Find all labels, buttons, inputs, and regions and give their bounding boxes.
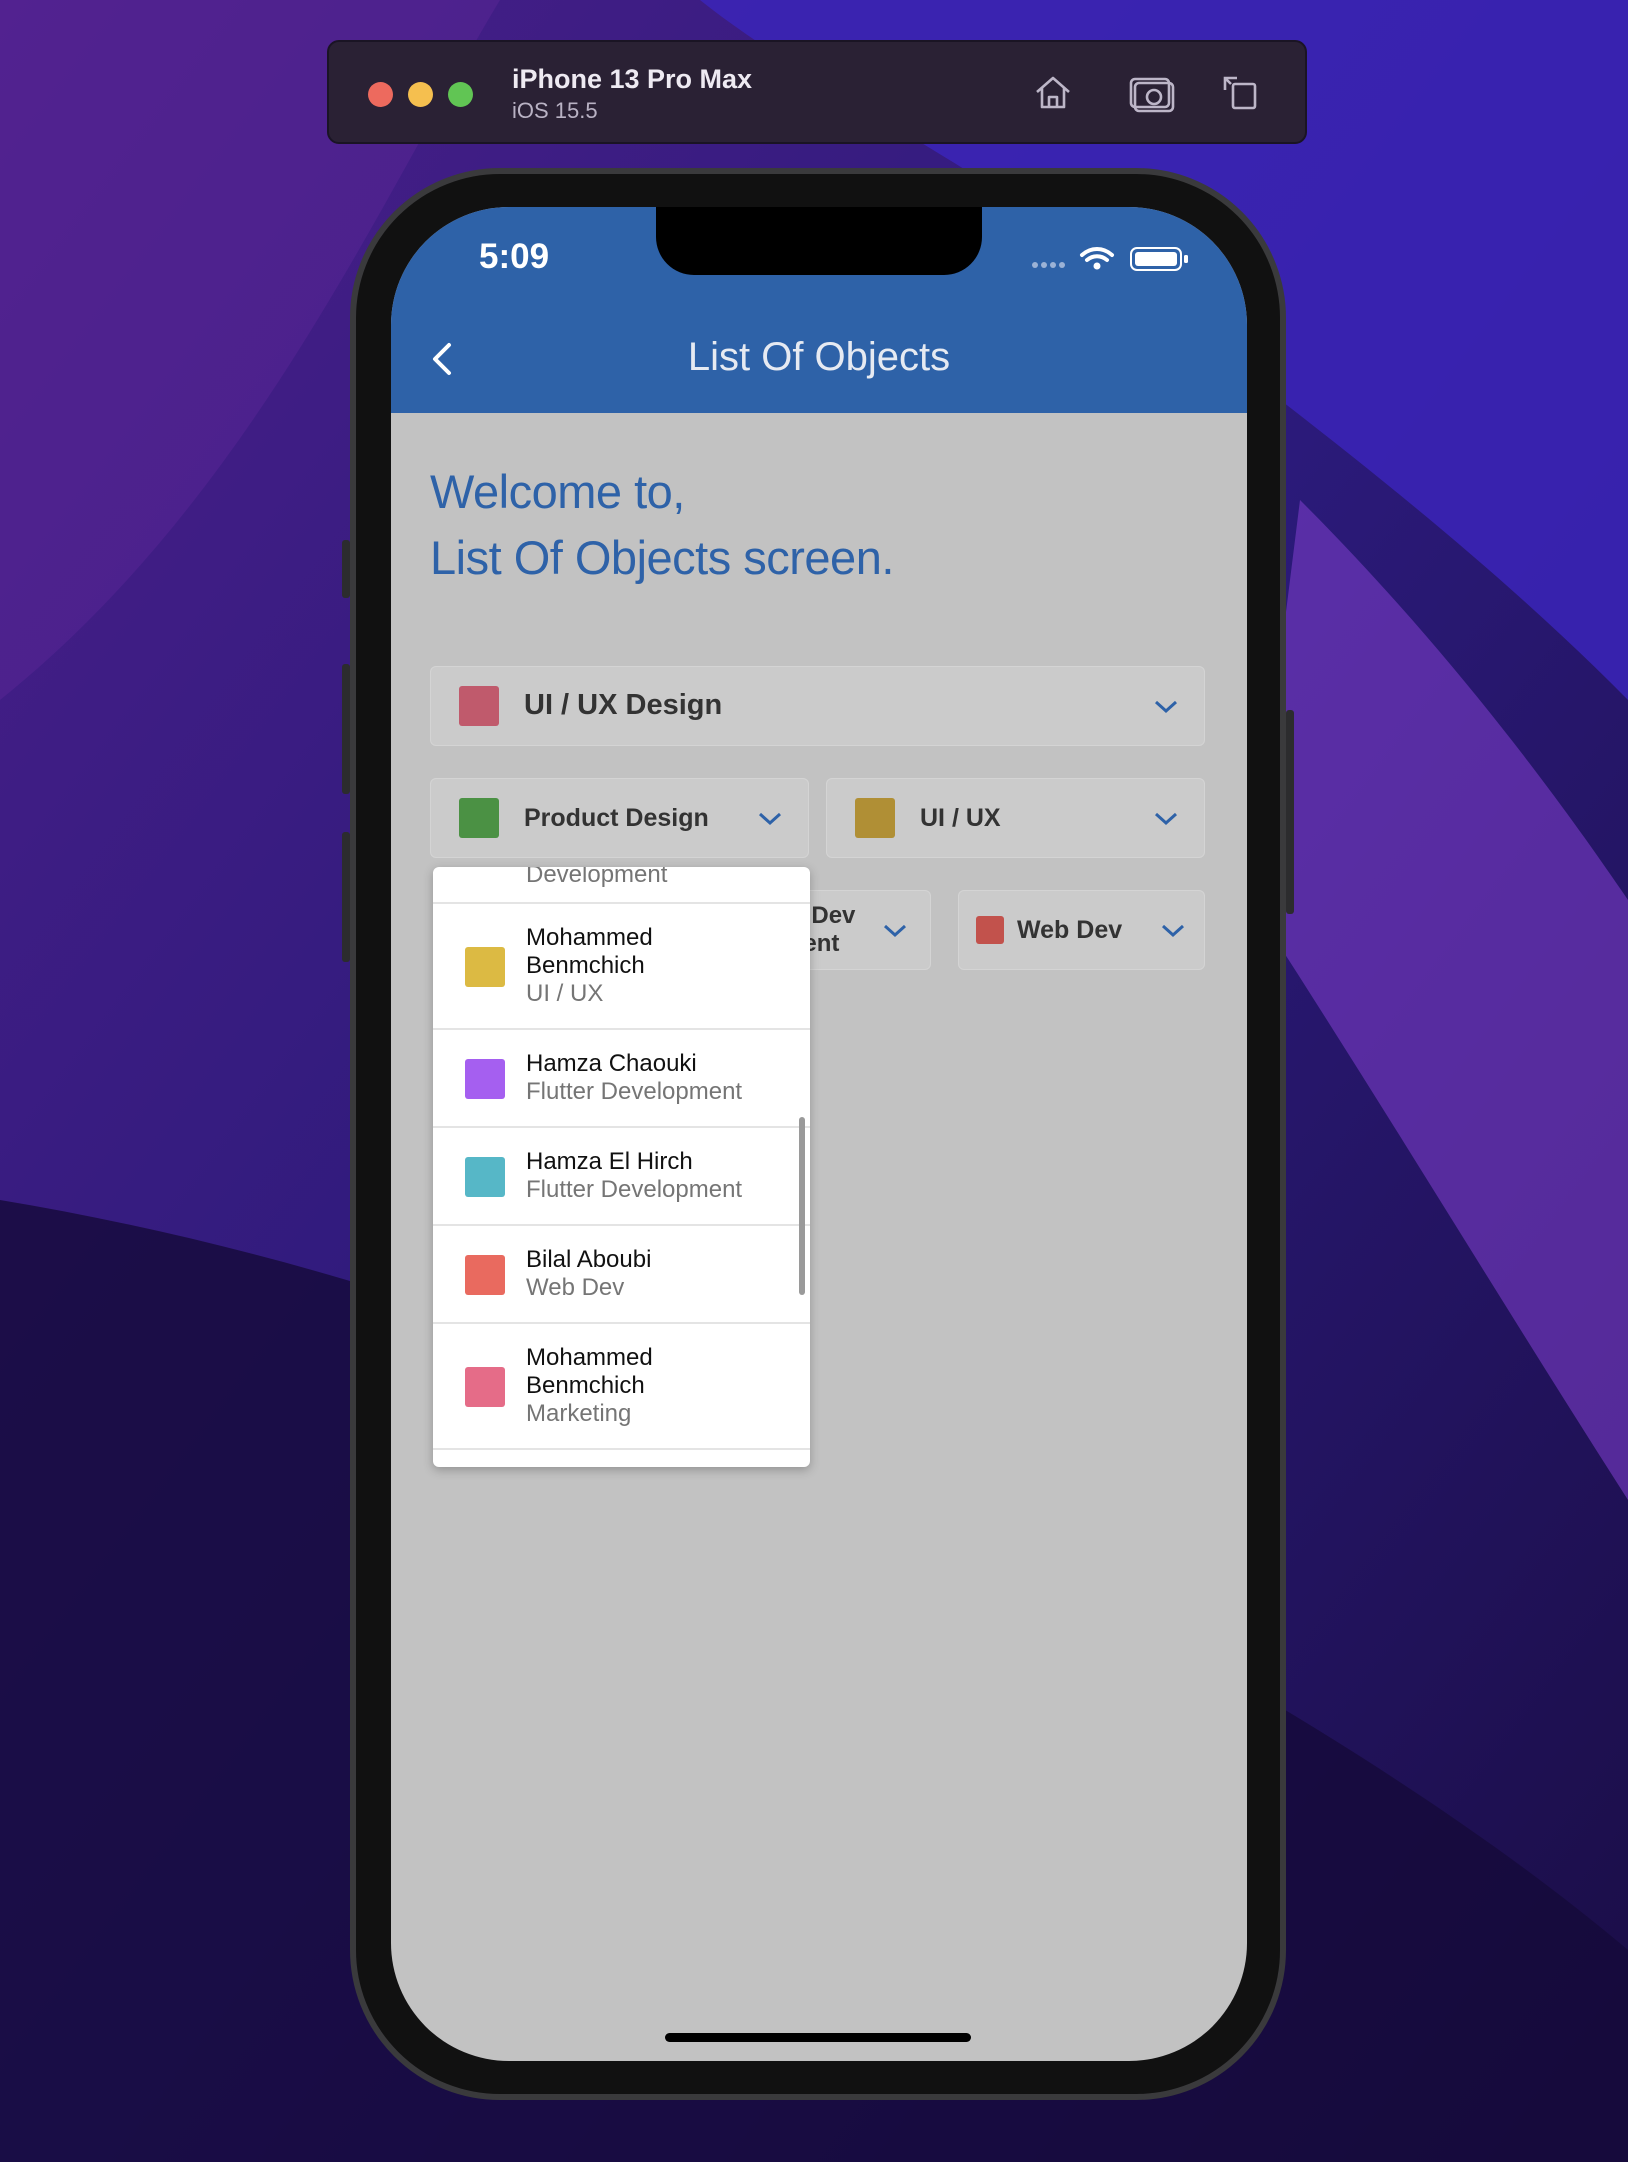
color-swatch [459, 686, 499, 726]
zoom-window-button[interactable] [448, 82, 473, 107]
menu-item-name: Benmchich [526, 952, 645, 979]
app-bar: 5:09 List Of Objects [391, 207, 1247, 413]
color-swatch [465, 1157, 505, 1197]
dropdown-label: UI / UX [920, 804, 1001, 832]
dropdown-full[interactable]: UI / UX Design [430, 666, 1205, 746]
dropdown-label: UI / UX Design [524, 689, 723, 721]
menu-item[interactable]: Hamza El Hirch Flutter Development [433, 1128, 810, 1226]
os-version: iOS 15.5 [512, 98, 598, 123]
screenshot-icon [1129, 77, 1175, 113]
color-swatch [465, 1059, 505, 1099]
chevron-down-icon [758, 812, 782, 826]
dropdown-label: Web Dev [1017, 916, 1123, 944]
home-button[interactable] [1027, 66, 1079, 118]
home-icon [1036, 76, 1070, 109]
welcome-heading: Welcome to, List Of Objects screen. [430, 459, 894, 591]
signal-icon [1032, 262, 1065, 268]
menu-item[interactable]: Mohammed Benmchich Marketing [433, 1324, 810, 1450]
close-window-button[interactable] [368, 82, 393, 107]
dropdown-menu: Development Mohammed Benmchich UI / UX H… [433, 867, 810, 1467]
color-swatch [465, 1367, 505, 1407]
home-indicator [665, 2033, 971, 2042]
welcome-line-1: Welcome to, [430, 465, 685, 518]
menu-item-role: Flutter Development [526, 1078, 743, 1105]
wifi-icon [1080, 247, 1114, 262]
screenshot-button[interactable] [1125, 66, 1177, 118]
menu-item[interactable]: Development [433, 867, 810, 904]
menu-item-role: UI / UX [526, 980, 604, 1007]
color-swatch [855, 798, 895, 838]
menu-item-role: Flutter Development [526, 1176, 743, 1203]
scrollbar[interactable] [799, 1117, 805, 1295]
menu-item-role: Development [526, 867, 668, 888]
chevron-down-icon [1154, 700, 1178, 714]
battery-icon [1130, 247, 1188, 271]
power-button [1286, 710, 1294, 914]
color-swatch [465, 947, 505, 987]
menu-item-name: Mohammed [526, 1344, 653, 1371]
menu-item[interactable]: Bilal Aboubi Web Dev [433, 1226, 810, 1324]
welcome-line-2: List Of Objects screen. [430, 531, 894, 584]
menu-item-role: Marketing [526, 1400, 632, 1427]
menu-item-name: Bilal Aboubi [526, 1246, 652, 1273]
chevron-down-icon [1154, 812, 1178, 826]
rotate-button[interactable] [1215, 66, 1267, 118]
menu-item-name: Hamza El Hirch [526, 1148, 693, 1175]
chevron-down-icon [1161, 924, 1185, 938]
rotate-icon [1223, 76, 1257, 110]
device-name: iPhone 13 Pro Max [512, 64, 753, 94]
menu-item[interactable]: Mohammed Benmchich UI / UX [433, 904, 810, 1030]
main-content: Welcome to, List Of Objects screen. UI /… [391, 413, 1247, 2061]
menu-item-name: Mohammed [526, 924, 653, 951]
dropdown-right[interactable]: UI / UX [826, 778, 1205, 858]
phone-screen: 5:09 List Of Objects Welcome to, List Of… [391, 207, 1247, 2061]
color-swatch [976, 916, 1004, 944]
status-time: 5:09 [479, 237, 550, 276]
menu-item[interactable]: Hamza Chaouki Flutter Development [433, 1030, 810, 1128]
dropdown-web-dev[interactable]: Web Dev [958, 890, 1205, 970]
dropdown-left[interactable]: Product Design [430, 778, 809, 858]
notch [656, 207, 982, 275]
chevron-down-icon [883, 924, 907, 938]
app-bar-title: List Of Objects [687, 335, 951, 379]
color-swatch [465, 1255, 505, 1295]
color-swatch [459, 798, 499, 838]
dropdown-label: Product Design [524, 804, 709, 832]
volume-up-button [342, 664, 350, 794]
menu-item-role: Web Dev [526, 1274, 625, 1301]
status-icons [1032, 247, 1188, 271]
minimize-window-button[interactable] [408, 82, 433, 107]
simulator-toolbar: iPhone 13 Pro Max iOS 15.5 [327, 40, 1307, 144]
mute-switch [342, 540, 350, 598]
menu-item-name: Benmchich [526, 1372, 645, 1399]
volume-down-button [342, 832, 350, 962]
menu-item-name: Hamza Chaouki [526, 1050, 697, 1077]
